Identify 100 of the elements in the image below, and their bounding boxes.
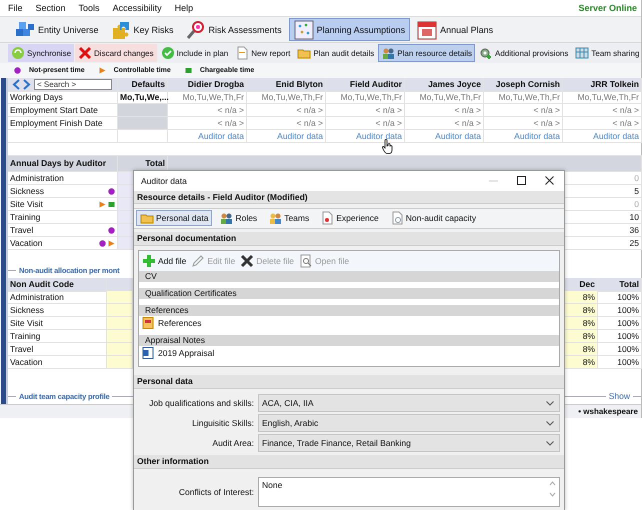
window-title: Auditor data xyxy=(141,176,188,186)
module-button[interactable]: Entity Universe xyxy=(10,18,104,41)
menu-item[interactable]: Accessibility xyxy=(112,3,162,13)
toolbar-button[interactable]: Discard changes xyxy=(75,44,157,62)
people-icon xyxy=(268,211,282,226)
toolbar-button[interactable]: Additional provisions xyxy=(476,44,572,62)
field-label: Job qualifications and skills: xyxy=(148,398,254,408)
chevron-down-icon xyxy=(546,420,554,426)
column-header: Non Audit Code xyxy=(8,278,107,292)
table-cell: 100% xyxy=(598,304,642,317)
module-button[interactable]: Risk Assessments xyxy=(180,18,287,41)
file-action-button[interactable]: Add file xyxy=(142,254,186,268)
group-header: References xyxy=(139,305,559,316)
maximize-icon[interactable] xyxy=(517,176,526,186)
magnifier-icon xyxy=(299,254,314,268)
table-cell: < n/a > xyxy=(563,104,642,117)
text-area[interactable]: None xyxy=(258,477,560,508)
table-cell: < n/a > xyxy=(247,104,326,117)
document-entry[interactable]: References xyxy=(139,316,559,329)
table-cell: Mo,Tu,We,Th,Fr xyxy=(405,91,484,104)
column-header: Didier Drogba xyxy=(168,78,247,92)
column-header: Defaults xyxy=(118,78,168,92)
table-cell: Mo,Tu,We,Th,Fr xyxy=(326,91,405,104)
document-icon xyxy=(320,211,334,226)
toolbar-button[interactable]: Plan resource details xyxy=(378,44,475,62)
table-cell: < n/a > xyxy=(405,104,484,117)
document-icon xyxy=(390,211,404,226)
cross-icon xyxy=(78,46,92,60)
people-icon xyxy=(219,211,234,226)
chevron-down-icon xyxy=(546,440,554,446)
table-cell: 100% xyxy=(598,317,642,330)
toolbar-button[interactable]: Synchronise xyxy=(8,44,74,62)
column-header: Field Auditor xyxy=(326,78,405,92)
table-cell: < n/a > xyxy=(247,117,326,130)
row-label: Employment Start Date xyxy=(8,104,118,117)
column-header: Joseph Cornish xyxy=(484,78,563,92)
show-link[interactable]: Show xyxy=(608,391,630,401)
user-name: • wshakespeare xyxy=(578,407,638,416)
search-field[interactable]: < Search > xyxy=(34,79,112,90)
column-header: Dec xyxy=(565,278,598,292)
people-icon xyxy=(381,46,396,60)
table-cell: 100% xyxy=(598,356,642,369)
toolbar-button[interactable]: Include in plan xyxy=(158,44,232,62)
puzzle-icon xyxy=(110,20,131,40)
dialog-header: Resource details - Field Auditor (Modified) xyxy=(134,190,564,204)
pencil-icon xyxy=(191,254,206,268)
board-icon xyxy=(294,20,314,40)
table-cell xyxy=(107,291,133,304)
table-header-cell xyxy=(107,278,133,292)
magnifier-icon xyxy=(186,20,206,40)
row-label: Working Days xyxy=(8,91,118,104)
table-cell: Mo,Tu,We,Th,Fr xyxy=(563,91,642,104)
auditor-data-link[interactable]: Auditor data xyxy=(198,131,244,141)
tab[interactable]: Teams xyxy=(264,210,314,226)
column-header: James Joyce xyxy=(405,78,484,92)
table-cell xyxy=(107,330,133,343)
table-cell: < n/a > xyxy=(168,117,247,130)
dropdown-field[interactable]: English, Arabic xyxy=(258,414,560,432)
toolbar-button[interactable]: New report xyxy=(232,44,294,62)
auditor-data-link[interactable]: Auditor data xyxy=(435,131,481,141)
toolbar-button[interactable]: Team sharing xyxy=(572,44,642,62)
auditor-data-link[interactable]: Auditor data xyxy=(593,131,639,141)
group-header: Appraisal Notes xyxy=(139,335,559,346)
document-icon xyxy=(235,46,250,60)
table-cell xyxy=(107,356,133,369)
tab[interactable]: Experience xyxy=(316,210,383,226)
table-cell: < n/a > xyxy=(168,104,247,117)
toolbar-button[interactable]: Plan audit details xyxy=(294,44,378,62)
close-icon[interactable] xyxy=(545,176,554,186)
tab[interactable]: Roles xyxy=(215,210,262,226)
dropdown-field[interactable]: ACA, CIA, IIA xyxy=(258,394,560,412)
tab[interactable]: Personal data xyxy=(136,210,212,226)
dropdown-field[interactable]: Finance, Trade Finance, Retail Banking xyxy=(258,434,560,452)
table-cell xyxy=(107,317,133,330)
document-entry[interactable]: 2019 Appraisal xyxy=(139,346,559,359)
module-button[interactable]: Annual Plans xyxy=(412,18,498,41)
menu-item[interactable]: File xyxy=(8,3,23,13)
menu-item[interactable]: Help xyxy=(174,3,194,13)
table-cell: 100% xyxy=(598,343,642,356)
table-cell: 8% xyxy=(565,304,598,317)
auditor-data-link[interactable]: Auditor data xyxy=(356,131,402,141)
table-cell xyxy=(107,343,133,356)
table-cell: 8% xyxy=(565,343,598,356)
table-icon xyxy=(575,46,590,60)
disabled-cell xyxy=(118,117,168,130)
row-label: Travel xyxy=(10,224,34,236)
menu-item[interactable]: Tools xyxy=(78,3,100,13)
auditor-data-link[interactable]: Auditor data xyxy=(277,131,323,141)
table-cell: 100% xyxy=(598,291,642,304)
field-label: Audit Area: xyxy=(211,438,254,448)
menu-item[interactable]: Section xyxy=(36,3,66,13)
module-button[interactable]: Planning Assumptions xyxy=(288,18,410,41)
document-icon xyxy=(142,346,154,358)
tab[interactable]: Non-audit capacity xyxy=(386,210,480,226)
module-button[interactable]: Key Risks xyxy=(106,18,179,41)
field-label: Conflicts of Interest: xyxy=(178,487,254,498)
calendar-icon xyxy=(417,20,438,40)
table-cell: 8% xyxy=(565,330,598,343)
table-cell: < n/a > xyxy=(326,117,405,130)
auditor-data-link[interactable]: Auditor data xyxy=(514,131,560,141)
